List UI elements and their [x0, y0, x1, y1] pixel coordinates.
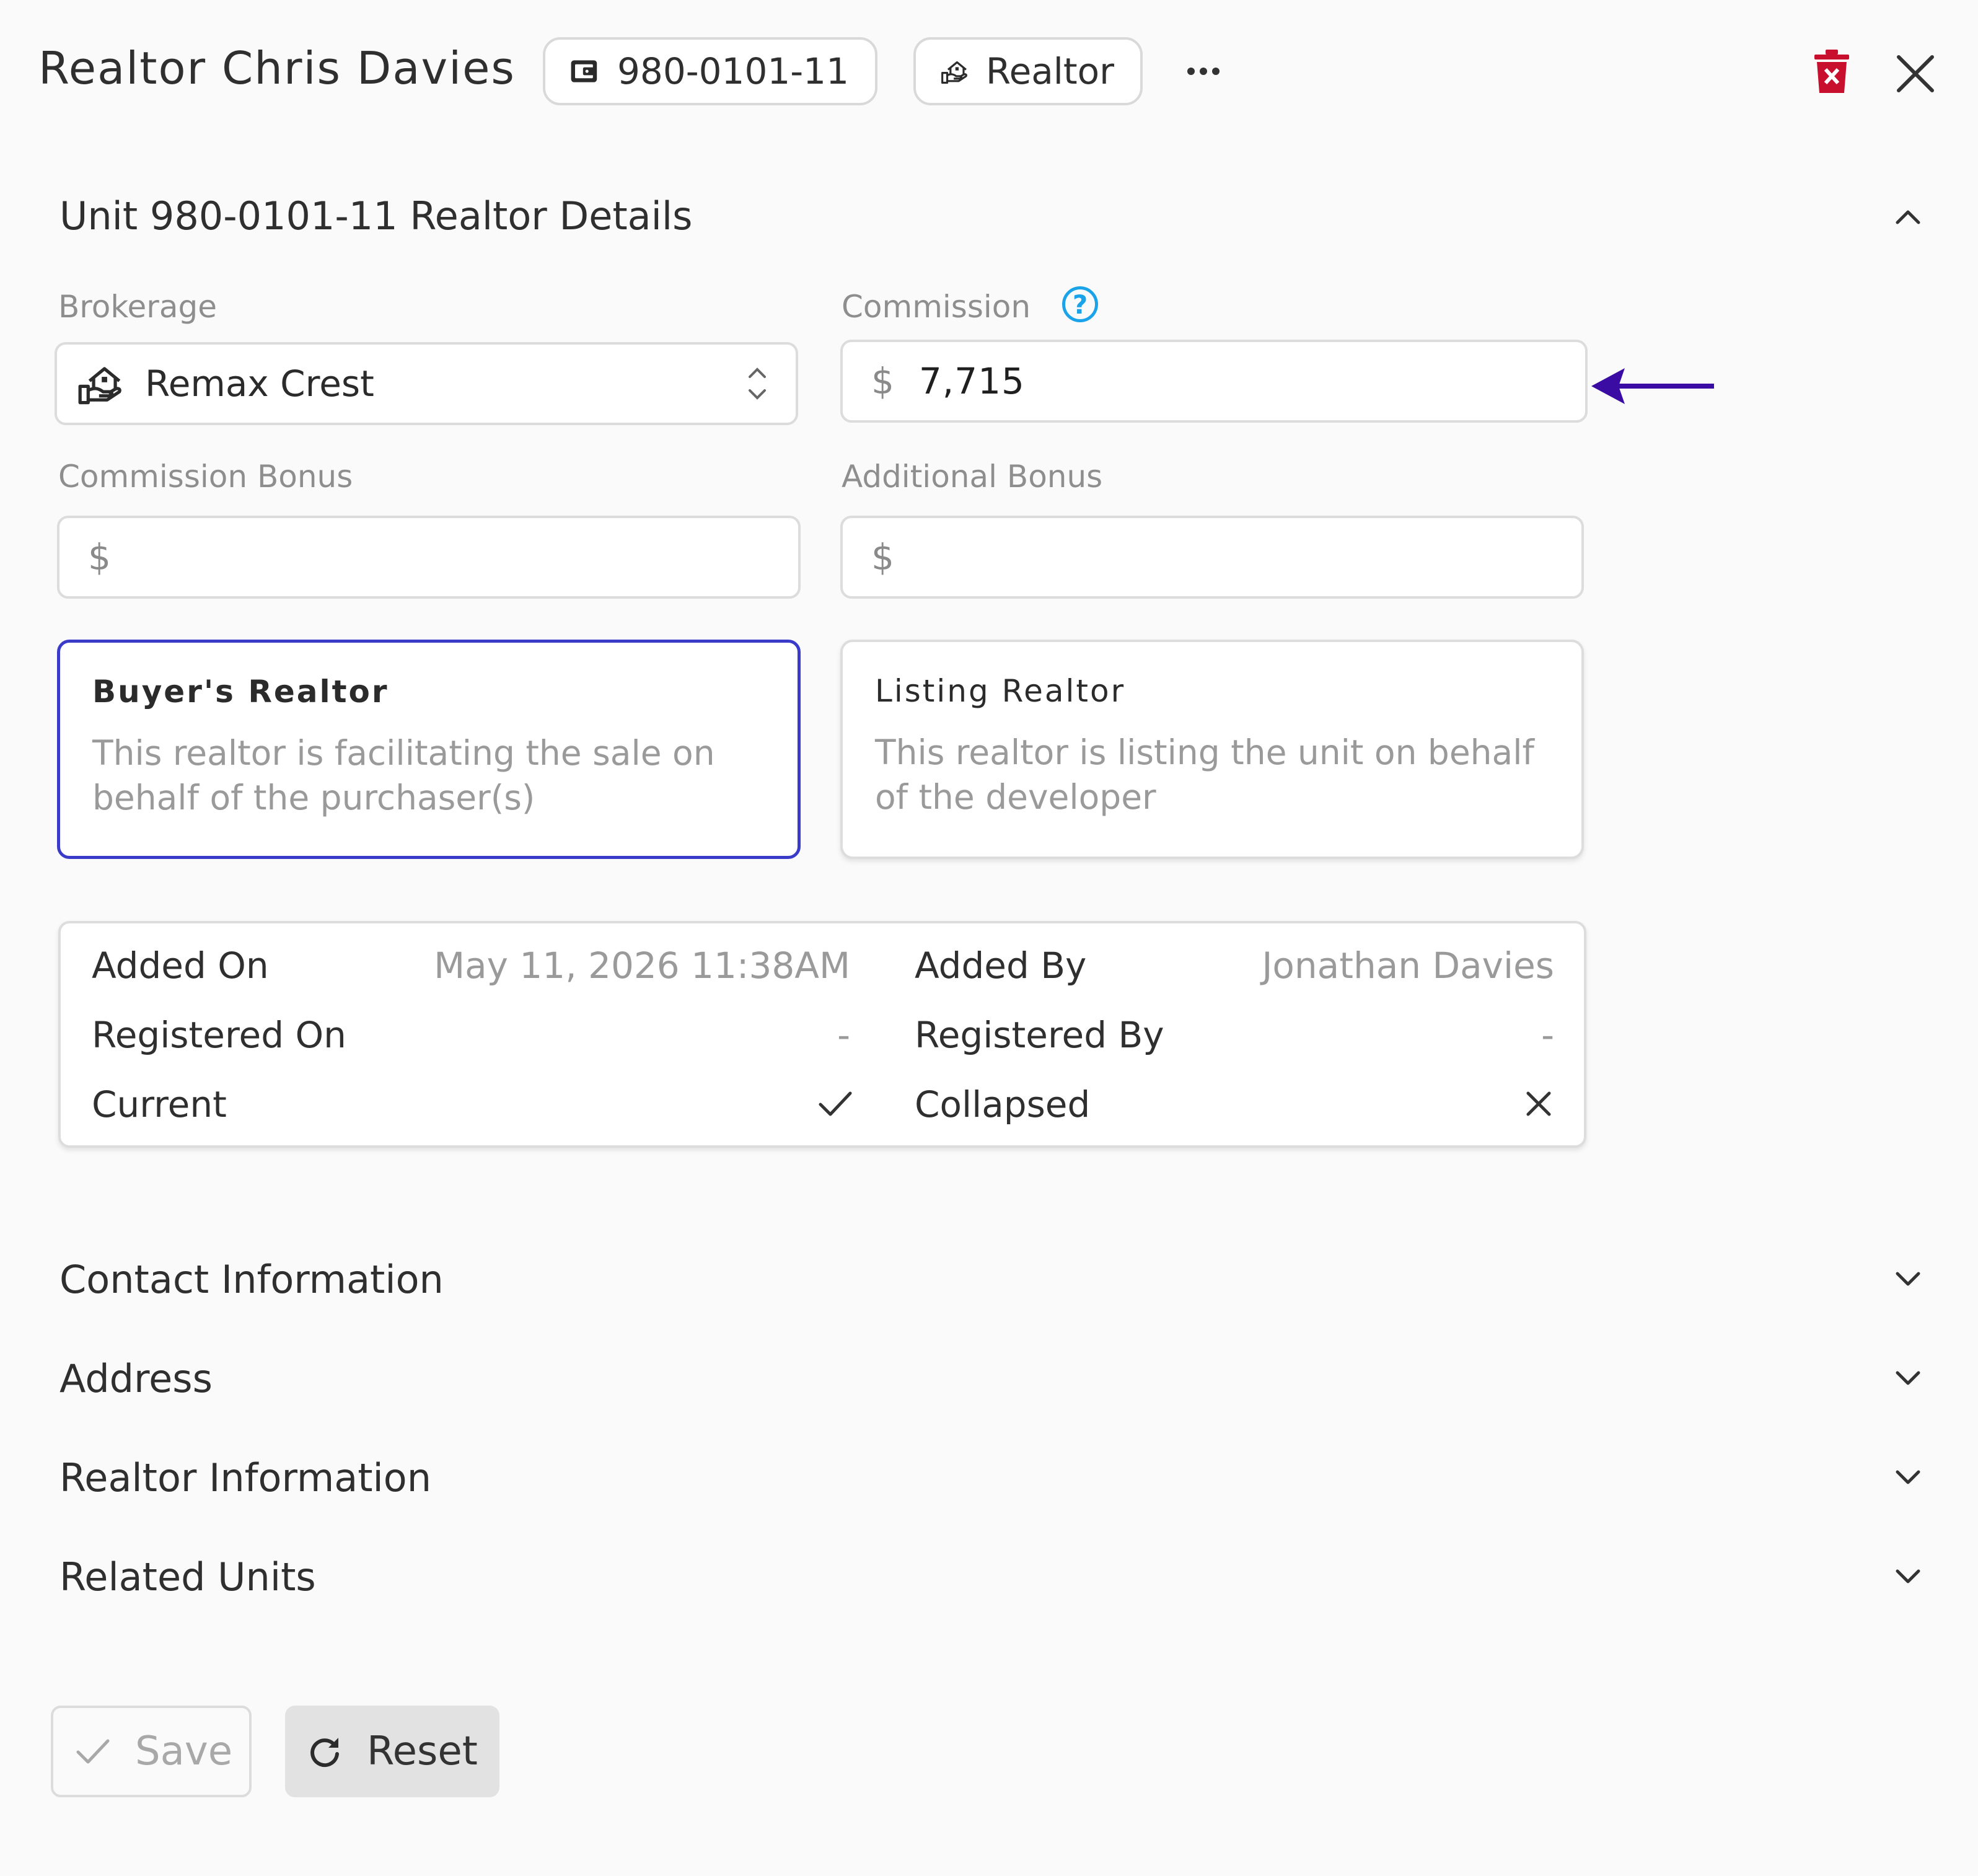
brokerage-value: Remax Crest — [145, 363, 374, 405]
brokerage-select[interactable]: Remax Crest — [55, 342, 798, 425]
commission-value: 7,715 — [918, 360, 1025, 402]
registered-by-label: Registered By — [915, 1014, 1164, 1056]
chevron-down-icon[interactable] — [1892, 1461, 1923, 1492]
chevron-down-icon[interactable] — [1892, 1561, 1923, 1592]
section-related-units[interactable]: Related Units — [59, 1554, 316, 1600]
wallet-icon — [571, 60, 597, 82]
role-chip-label: Realtor — [985, 50, 1114, 92]
added-by-value: Jonathan Davies — [1262, 945, 1554, 987]
reset-button[interactable]: Reset — [285, 1706, 499, 1797]
added-on-value: May 11, 2026 11:38AM — [434, 945, 850, 987]
brokerage-label: Brokerage — [58, 289, 217, 325]
unit-chip[interactable]: 980-0101-11 — [543, 37, 877, 105]
updown-chevron-icon — [749, 368, 766, 400]
reset-label: Reset — [367, 1728, 478, 1774]
save-label: Save — [135, 1728, 233, 1774]
additional-bonus-input[interactable]: $ — [840, 516, 1584, 599]
card-title: Listing Realtor — [875, 673, 1126, 709]
commission-bonus-label: Commission Bonus — [58, 459, 353, 495]
registered-on-value: - — [837, 1014, 850, 1056]
card-title: Buyer's Realtor — [92, 674, 389, 710]
currency-symbol: $ — [88, 536, 111, 578]
buyers-realtor-card[interactable]: Buyer's Realtor This realtor is facilita… — [57, 640, 801, 859]
additional-bonus-label: Additional Bonus — [842, 459, 1103, 495]
checkmark-icon — [819, 1091, 852, 1116]
realtor-house-hand-icon — [78, 367, 121, 405]
more-horizontal-icon[interactable] — [1185, 56, 1222, 87]
close-icon[interactable] — [1895, 53, 1936, 94]
chevron-down-icon[interactable] — [1892, 1263, 1923, 1294]
refresh-icon — [310, 1738, 339, 1768]
added-by-label: Added By — [915, 945, 1087, 987]
help-icon[interactable]: ? — [1062, 286, 1098, 322]
currency-symbol: $ — [871, 360, 894, 402]
card-description: This realtor is listing the unit on beha… — [875, 733, 1534, 817]
section-title-details: Unit 980-0101-11 Realtor Details — [59, 193, 693, 239]
commission-label: Commission — [842, 289, 1031, 325]
save-button[interactable]: Save — [51, 1706, 252, 1797]
checkmark-icon — [76, 1739, 110, 1764]
chevron-up-icon[interactable] — [1892, 201, 1923, 232]
registered-by-value: - — [1541, 1014, 1554, 1056]
page-title: Realtor Chris Davies — [38, 42, 516, 94]
registered-on-label: Registered On — [92, 1014, 346, 1056]
commission-bonus-input[interactable]: $ — [57, 516, 801, 599]
section-address[interactable]: Address — [59, 1356, 213, 1401]
listing-realtor-card[interactable]: Listing Realtor This realtor is listing … — [840, 640, 1584, 859]
trash-icon[interactable] — [1814, 50, 1849, 93]
section-realtor-information[interactable]: Realtor Information — [59, 1455, 431, 1500]
card-description: This realtor is facilitating the sale on… — [92, 733, 715, 817]
chevron-down-icon[interactable] — [1892, 1362, 1923, 1393]
x-icon — [1526, 1091, 1551, 1116]
section-contact-information[interactable]: Contact Information — [59, 1257, 444, 1302]
commission-input[interactable]: $ 7,715 — [840, 340, 1588, 423]
pointer-arrow-icon — [1591, 368, 1714, 404]
added-on-label: Added On — [92, 945, 269, 987]
current-label: Current — [92, 1083, 227, 1125]
unit-chip-label: 980-0101-11 — [617, 50, 849, 92]
realtor-house-hand-icon — [941, 61, 967, 84]
currency-symbol: $ — [871, 536, 894, 578]
collapsed-label: Collapsed — [915, 1083, 1091, 1125]
role-chip[interactable]: Realtor — [913, 37, 1143, 105]
